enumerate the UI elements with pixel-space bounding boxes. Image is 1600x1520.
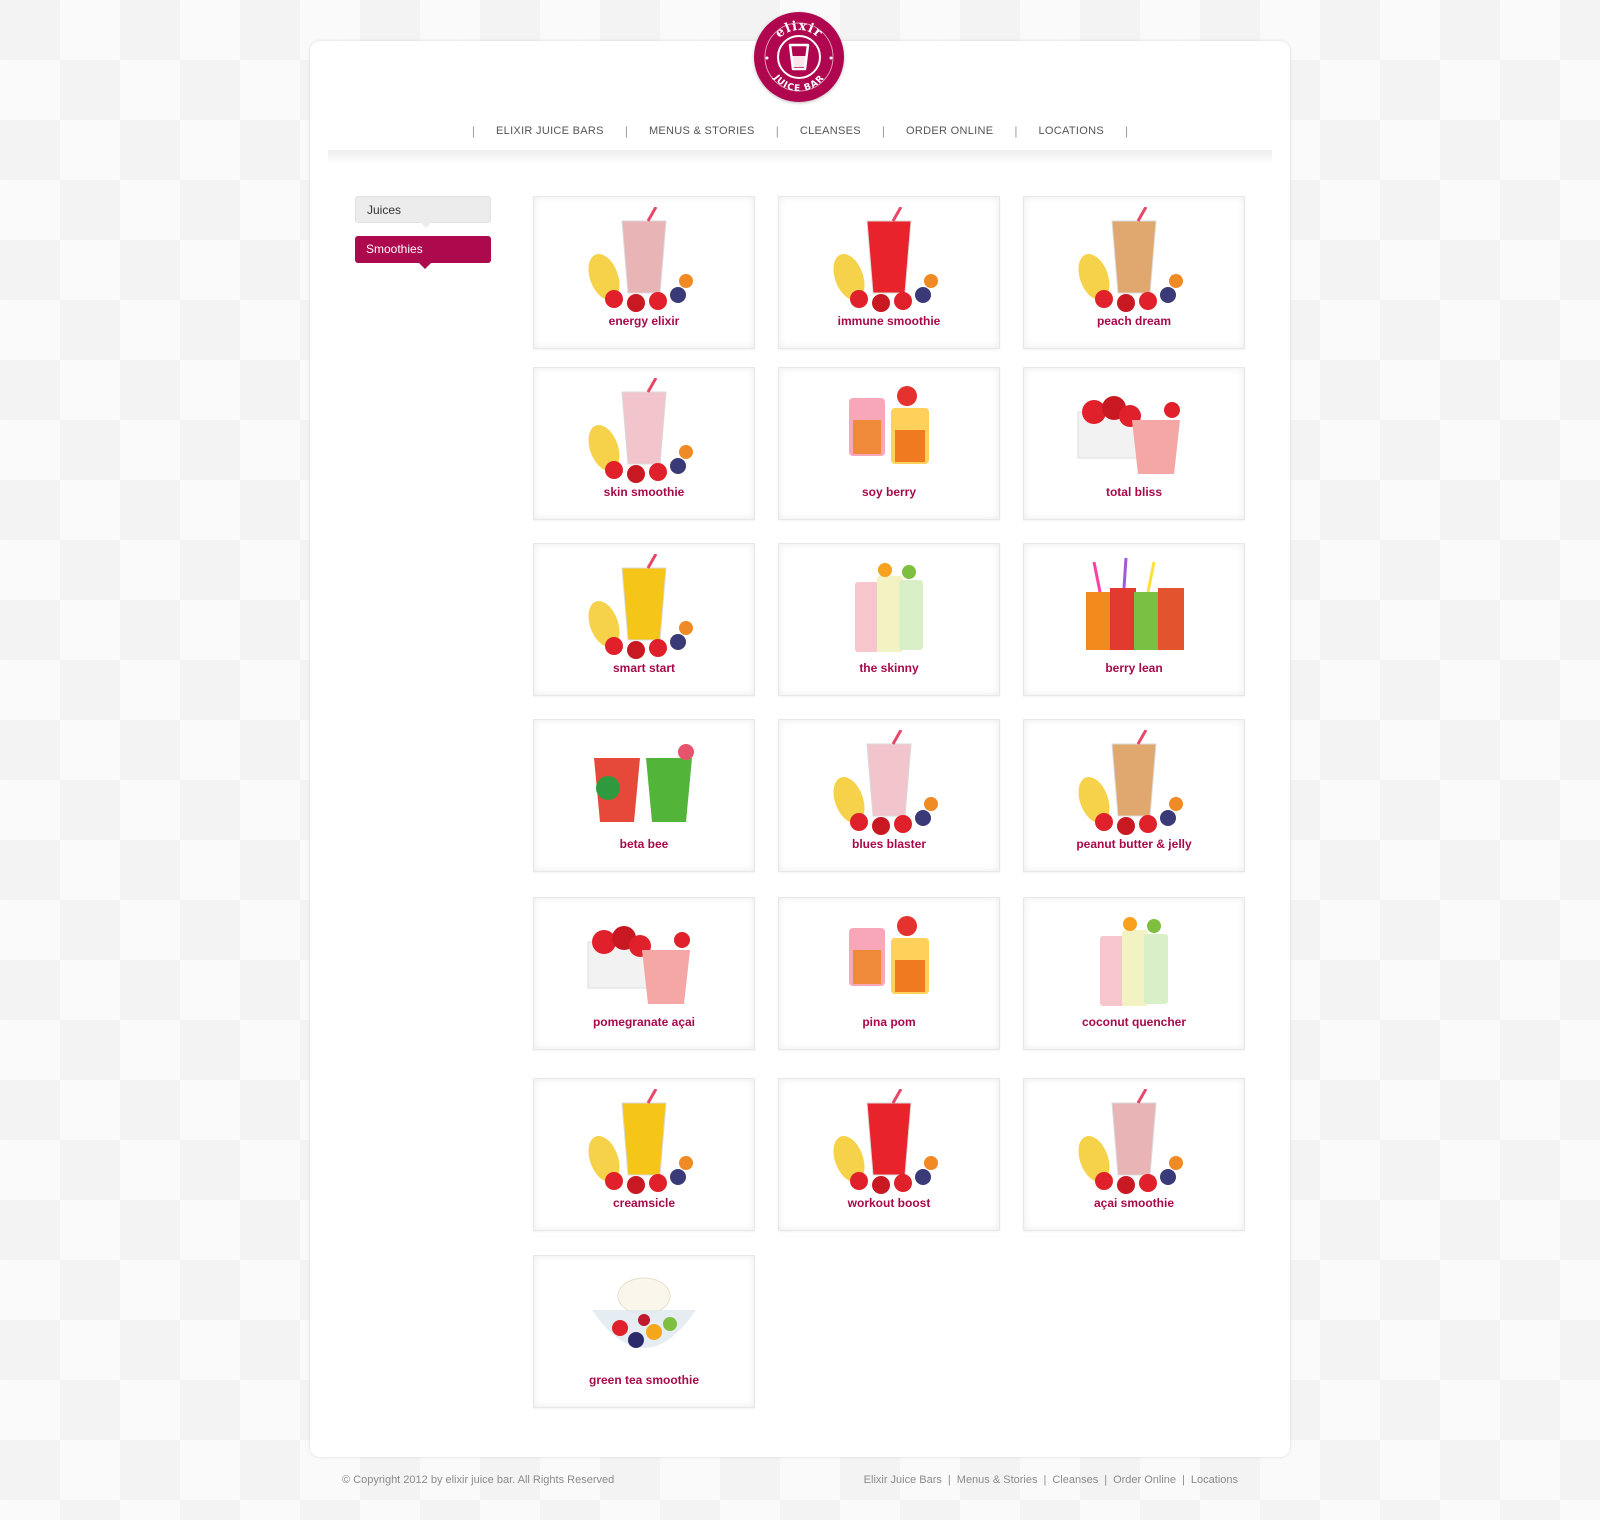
product-name: energy elixir <box>608 314 680 328</box>
footer-divider: | <box>947 1474 951 1486</box>
nav-item-elixir-juice-bars[interactable]: ELIXIR JUICE BARS <box>475 125 625 137</box>
product-name: pina pom <box>862 1015 916 1029</box>
nav-item-menus-stories[interactable]: MENUS & STORIES <box>628 125 776 137</box>
product-card[interactable]: peach dream <box>1023 196 1245 349</box>
product-name: creamsicle <box>612 1196 676 1210</box>
product-card[interactable]: green tea smoothie <box>533 1255 755 1408</box>
yellow-smoothie-with-fruit-icon <box>588 554 693 659</box>
product-name: green tea smoothie <box>588 1373 700 1387</box>
svg-text:elixir: elixir <box>773 19 826 42</box>
product-name: skin smoothie <box>603 485 685 499</box>
two-fruit-cups-icon <box>849 386 929 464</box>
product-card[interactable]: the skinny <box>778 543 1000 696</box>
product-card[interactable]: pina pom <box>778 897 1000 1050</box>
product-name: smart start <box>612 661 676 675</box>
product-card[interactable]: pomegranate açai <box>533 897 755 1050</box>
red-and-green-juices-icon <box>594 744 694 822</box>
footer-link-cleanses[interactable]: Cleanses <box>1052 1474 1098 1486</box>
peach-smoothie-with-peaches-icon <box>1078 207 1183 312</box>
logo-bottom-text: JUICE BAR <box>770 73 825 95</box>
logo-top-text: elixir <box>773 19 825 42</box>
nav-item-locations[interactable]: LOCATIONS <box>1018 125 1125 137</box>
product-name: açai smoothie <box>1093 1196 1175 1210</box>
product-name: immune smoothie <box>837 314 941 328</box>
product-name: berry lean <box>1105 661 1163 675</box>
footer-divider: | <box>1182 1474 1185 1486</box>
product-card[interactable]: total bliss <box>1023 367 1245 520</box>
main-nav: | ELIXIR JUICE BARS | MENUS & STORIES | … <box>310 118 1290 144</box>
fruit-bowl-with-frozen-yogurt-icon <box>592 1277 696 1348</box>
footer-divider: | <box>1104 1474 1108 1486</box>
nav-item-order-online[interactable]: ORDER ONLINE <box>885 125 1014 137</box>
product-card[interactable]: smart start <box>533 543 755 696</box>
product-card[interactable]: peanut butter & jelly <box>1023 719 1245 872</box>
product-card[interactable]: immune smoothie <box>778 196 1000 349</box>
footer-link-order-online[interactable]: Order Online <box>1113 1474 1176 1486</box>
product-name: the skinny <box>859 661 919 675</box>
copyright-text: © Copyright 2012 by elixir juice bar. Al… <box>342 1474 615 1486</box>
four-colored-smoothies-icon <box>1086 557 1184 650</box>
strawberries-and-pink-smoothie-icon <box>587 926 690 1004</box>
strawberries-and-pink-smoothie-icon <box>1077 396 1180 474</box>
product-name: blues blaster <box>851 837 927 851</box>
pink-smoothie-with-banana-strawberries-icon <box>588 378 693 483</box>
product-name: peanut butter & jelly <box>1076 837 1192 851</box>
nav-divider: | <box>1124 124 1129 138</box>
nav-shadow-divider <box>328 150 1272 164</box>
red-smoothie-with-strawberries-icon <box>833 207 938 312</box>
product-card[interactable]: workout boost <box>778 1078 1000 1231</box>
yellow-smoothie-with-fruit-icon <box>588 1089 693 1194</box>
two-fruit-cups-icon <box>849 916 929 994</box>
product-card[interactable]: skin smoothie <box>533 367 755 520</box>
smoothie-glass-with-banana-berries-icon <box>1078 1089 1183 1194</box>
product-card[interactable]: beta bee <box>533 719 755 872</box>
svg-text:JUICE BAR: JUICE BAR <box>770 73 826 95</box>
product-card[interactable]: açai smoothie <box>1023 1078 1245 1231</box>
elixir-logo[interactable]: elixir JUICE BAR <box>754 12 844 102</box>
pink-smoothie-with-banana-strawberries-icon <box>833 730 938 835</box>
red-smoothie-with-strawberries-icon <box>833 1089 938 1194</box>
smoothie-glass-with-banana-berries-icon <box>588 207 693 312</box>
footer-divider: | <box>1043 1474 1047 1486</box>
three-light-smoothies-icon <box>855 563 923 652</box>
product-card[interactable]: coconut quencher <box>1023 897 1245 1050</box>
footer-link-elixir-juice-bars[interactable]: Elixir Juice Bars <box>864 1474 942 1486</box>
nav-item-cleanses[interactable]: CLEANSES <box>779 125 882 137</box>
product-name: peach dream <box>1096 314 1172 328</box>
product-card[interactable]: soy berry <box>778 367 1000 520</box>
product-name: coconut quencher <box>1081 1015 1186 1029</box>
product-card[interactable]: blues blaster <box>778 719 1000 872</box>
product-card[interactable]: berry lean <box>1023 543 1245 696</box>
peach-smoothie-with-peaches-icon <box>1078 730 1183 835</box>
product-name: total bliss <box>1105 485 1162 499</box>
footer-link-locations[interactable]: Locations <box>1191 1474 1238 1486</box>
product-name: beta bee <box>619 837 669 851</box>
product-card[interactable]: creamsicle <box>533 1078 755 1231</box>
product-name: workout boost <box>847 1196 931 1210</box>
tab-smoothies[interactable]: Smoothies <box>355 236 491 269</box>
footer-nav: Elixir Juice Bars | Menus & Stories | Cleans… <box>864 1474 1238 1486</box>
product-name: pomegranate açai <box>592 1015 696 1029</box>
tab-juices[interactable]: Juices <box>355 196 491 228</box>
footer-link-menus-stories[interactable]: Menus & Stories <box>957 1474 1038 1486</box>
logo-graphic: elixir JUICE BAR <box>764 19 834 95</box>
product-card[interactable]: energy elixir <box>533 196 755 349</box>
three-light-smoothies-icon <box>1100 917 1168 1006</box>
product-name: soy berry <box>861 485 917 499</box>
